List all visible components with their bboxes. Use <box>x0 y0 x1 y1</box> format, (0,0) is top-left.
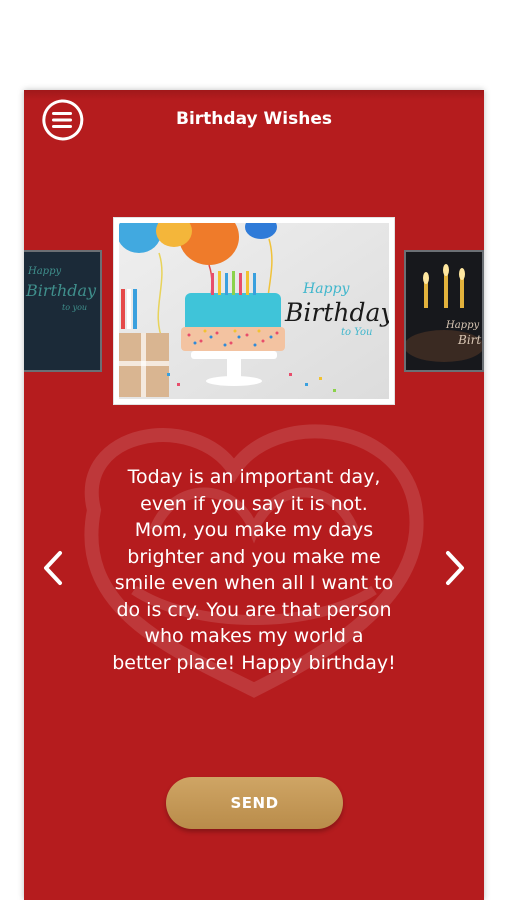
card-text-line2: Birthday <box>284 298 389 327</box>
carousel-card-current[interactable]: Happy Birthday to You <box>113 217 395 405</box>
card-preview-image: Happy Birt <box>406 252 482 370</box>
carousel-card-previous[interactable]: Happy Birthday to you <box>24 250 102 372</box>
chevron-right-icon <box>446 551 464 585</box>
send-button[interactable]: SEND <box>166 777 343 829</box>
card-image: Happy Birthday to You <box>119 223 389 399</box>
message-line: who makes my world a <box>144 625 364 647</box>
message-line: do is cry. You are that person <box>116 598 392 621</box>
message-line: smile even when all I want to <box>114 572 394 594</box>
card-preview-image: Happy Birthday to you <box>24 252 100 370</box>
card-text-line1: Happy <box>445 320 479 331</box>
card-text-line1: Happy <box>27 266 61 277</box>
chevron-left-icon <box>44 551 62 585</box>
birthday-cake-illustration: Happy Birthday to You <box>119 223 389 399</box>
page-title: Birthday Wishes <box>176 109 332 129</box>
card-text-line3: to You <box>341 327 372 338</box>
card-text-line2: Birthday <box>25 281 97 300</box>
card-text-line3: to you <box>62 303 87 312</box>
message-line: even if you say it is not. <box>140 492 368 515</box>
previous-message-button[interactable] <box>38 546 68 590</box>
card-text-line1: Happy <box>302 281 350 297</box>
card-text-line2: Birt <box>457 333 481 347</box>
wish-message: Today is an important day, even if you s… <box>94 464 414 676</box>
app-screen: Birthday Wishes Happy Birthday to you Ha… <box>24 90 484 900</box>
message-line: better place! Happy birthday! <box>112 651 396 674</box>
carousel-card-next[interactable]: Happy Birt <box>404 250 484 372</box>
menu-icon <box>42 99 84 141</box>
message-line: Mom, you make my days <box>134 519 374 541</box>
message-line: Today is an important day, <box>127 466 381 488</box>
menu-button[interactable] <box>40 98 84 142</box>
message-line: brighter and you make me <box>127 545 381 568</box>
next-message-button[interactable] <box>440 546 470 590</box>
